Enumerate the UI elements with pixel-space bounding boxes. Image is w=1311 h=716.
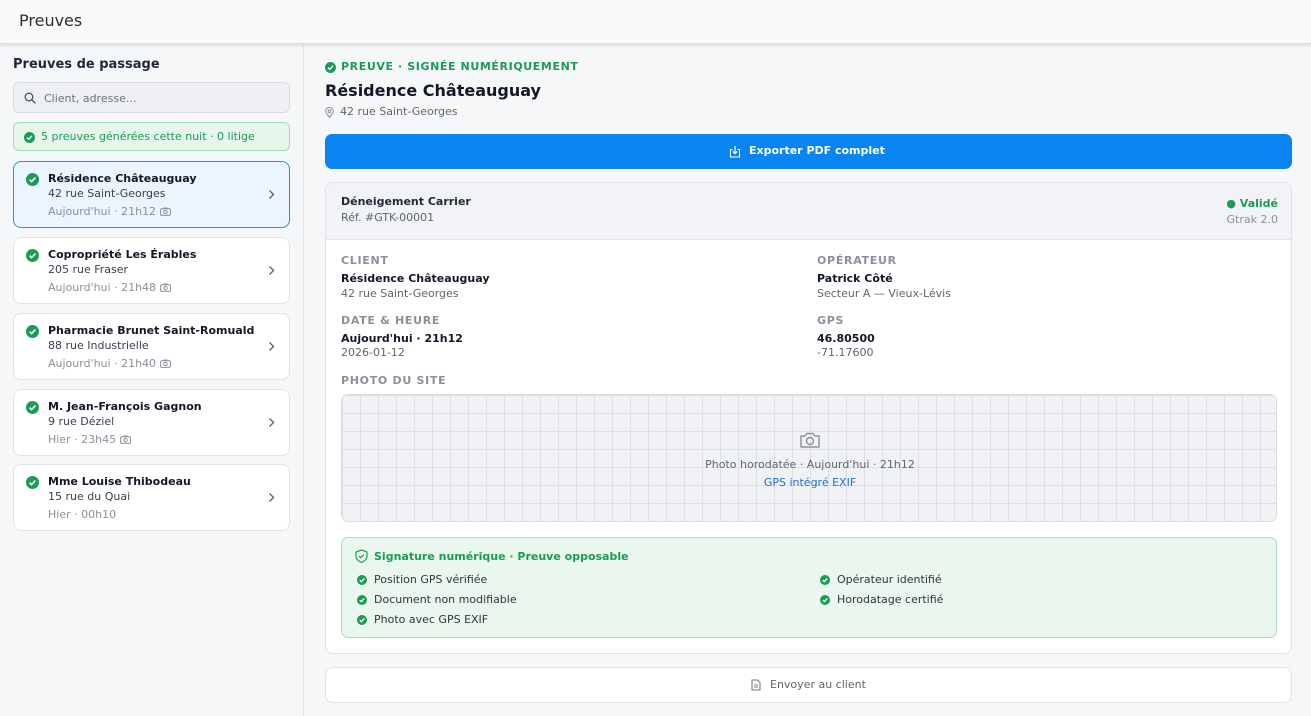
location-pin-icon bbox=[325, 107, 334, 118]
chevron-right-icon bbox=[269, 342, 275, 351]
check-circle-icon bbox=[820, 595, 830, 605]
photo-gps-tag: GPS intégré EXIF bbox=[763, 476, 857, 489]
date-label: DATE & HEURE bbox=[341, 314, 441, 327]
client-label: CLIENT bbox=[341, 254, 389, 267]
proof-card-time: Aujourd'hui · 21h40 bbox=[48, 357, 171, 370]
check-circle-icon bbox=[357, 575, 367, 585]
camera-icon bbox=[120, 435, 131, 444]
send-to-client-button[interactable]: Envoyer au client bbox=[325, 667, 1292, 703]
app-title: Preuves bbox=[19, 11, 83, 30]
operator-name: Patrick Côté bbox=[817, 272, 893, 285]
proof-card-name: Pharmacie Brunet Saint-Romuald bbox=[48, 324, 255, 337]
export-pdf-label: Exporter PDF complet bbox=[749, 144, 885, 157]
date-main: Aujourd'hui · 21h12 bbox=[341, 332, 463, 345]
summary-text: 5 preuves générées cette nuit · 0 litige bbox=[41, 130, 255, 143]
camera-icon bbox=[160, 207, 171, 216]
proof-card-address: 205 rue Fraser bbox=[48, 263, 129, 276]
company-name: Déneigement Carrier bbox=[341, 195, 471, 208]
search-icon bbox=[24, 92, 36, 104]
check-circle-icon bbox=[820, 575, 830, 585]
camera-icon bbox=[160, 359, 171, 368]
client-address: 42 rue Saint-Georges bbox=[341, 287, 459, 300]
chevron-right-icon bbox=[269, 266, 275, 275]
camera-icon bbox=[160, 283, 171, 292]
gps-latitude: 46.80500 bbox=[817, 332, 875, 345]
check-circle-icon bbox=[26, 249, 39, 262]
proof-card-address: 42 rue Saint-Georges bbox=[48, 187, 166, 200]
date-sub: 2026-01-12 bbox=[341, 346, 405, 359]
search-input[interactable] bbox=[44, 88, 279, 108]
app-version: Gtrak 2.0 bbox=[1226, 213, 1278, 226]
check-circle-icon bbox=[26, 173, 39, 186]
validity-badge: ● Validé bbox=[1226, 197, 1278, 210]
photo-label: PHOTO DU SITE bbox=[341, 374, 447, 387]
proof-document: Déneigement Carrier Réf. #GTK-00001 ● Va… bbox=[325, 182, 1292, 654]
send-to-client-label: Envoyer au client bbox=[770, 678, 866, 691]
gps-longitude: -71.17600 bbox=[817, 346, 874, 359]
chevron-right-icon bbox=[269, 493, 275, 502]
proof-card-name: Résidence Châteauguay bbox=[48, 172, 197, 185]
status-text: PREUVE · SIGNÉE NUMÉRIQUEMENT bbox=[341, 60, 579, 73]
reference-number: Réf. #GTK-00001 bbox=[341, 211, 435, 224]
top-bar: Preuves bbox=[0, 0, 1311, 44]
proof-card[interactable]: Pharmacie Brunet Saint-Romuald 88 rue In… bbox=[13, 313, 290, 380]
export-pdf-button[interactable]: Exporter PDF complet bbox=[325, 134, 1292, 169]
signature-panel: Signature numérique · Preuve opposable P… bbox=[341, 537, 1277, 638]
signature-title: Signature numérique · Preuve opposable bbox=[374, 550, 629, 563]
check-circle-icon bbox=[26, 476, 39, 489]
proof-card-name: Mme Louise Thibodeau bbox=[48, 475, 191, 488]
proof-card[interactable]: M. Jean-François Gagnon 9 rue Déziel Hie… bbox=[13, 389, 290, 456]
sidebar: Preuves de passage 5 preuves générées ce… bbox=[0, 45, 304, 716]
check-circle-icon bbox=[26, 325, 39, 338]
operator-sector: Secteur A — Vieux-Lévis bbox=[817, 287, 951, 300]
download-icon bbox=[729, 146, 741, 158]
proof-card[interactable]: Mme Louise Thibodeau 15 rue du Quai Hier… bbox=[13, 464, 290, 531]
proof-card-name: Copropriété Les Érables bbox=[48, 248, 197, 261]
proof-card[interactable]: Copropriété Les Érables 205 rue Fraser A… bbox=[13, 237, 290, 304]
site-photo[interactable]: Photo horodatée · Aujourd'hui · 21h12 GP… bbox=[341, 394, 1277, 522]
proof-card-time: Hier · 23h45 bbox=[48, 433, 131, 446]
camera-icon bbox=[800, 432, 820, 448]
chevron-right-icon bbox=[269, 418, 275, 427]
chevron-right-icon bbox=[269, 190, 275, 199]
proof-card-address: 88 rue Industrielle bbox=[48, 339, 149, 352]
proof-card[interactable]: Résidence Châteauguay 42 rue Saint-Georg… bbox=[13, 161, 290, 228]
proof-card-time: Aujourd'hui · 21h12 bbox=[48, 205, 171, 218]
operator-label: OPÉRATEUR bbox=[817, 254, 897, 267]
shield-check-icon bbox=[355, 549, 368, 563]
gps-label: GPS bbox=[817, 314, 845, 327]
check-circle-icon bbox=[357, 595, 367, 605]
check-circle-icon bbox=[325, 62, 336, 73]
summary-banner: 5 preuves générées cette nuit · 0 litige bbox=[13, 122, 290, 151]
sidebar-heading: Preuves de passage bbox=[13, 57, 160, 72]
proof-card-time: Hier · 00h10 bbox=[48, 508, 117, 521]
page-title: Résidence Châteauguay bbox=[325, 81, 541, 100]
proof-card-name: M. Jean-François Gagnon bbox=[48, 400, 202, 413]
photo-caption: Photo horodatée · Aujourd'hui · 21h12 bbox=[705, 458, 915, 471]
document-icon bbox=[751, 679, 761, 691]
document-header: Déneigement Carrier Réf. #GTK-00001 ● Va… bbox=[326, 183, 1291, 240]
proof-card-address: 9 rue Déziel bbox=[48, 415, 115, 428]
proof-detail: PREUVE · SIGNÉE NUMÉRIQUEMENT Résidence … bbox=[305, 45, 1311, 716]
proof-card-address: 15 rue du Quai bbox=[48, 490, 131, 503]
check-circle-icon bbox=[24, 132, 35, 143]
check-circle-icon bbox=[357, 615, 367, 625]
proof-card-time: Aujourd'hui · 21h48 bbox=[48, 281, 171, 294]
check-circle-icon bbox=[26, 401, 39, 414]
client-name: Résidence Châteauguay bbox=[341, 272, 490, 285]
search-box[interactable] bbox=[13, 82, 290, 113]
